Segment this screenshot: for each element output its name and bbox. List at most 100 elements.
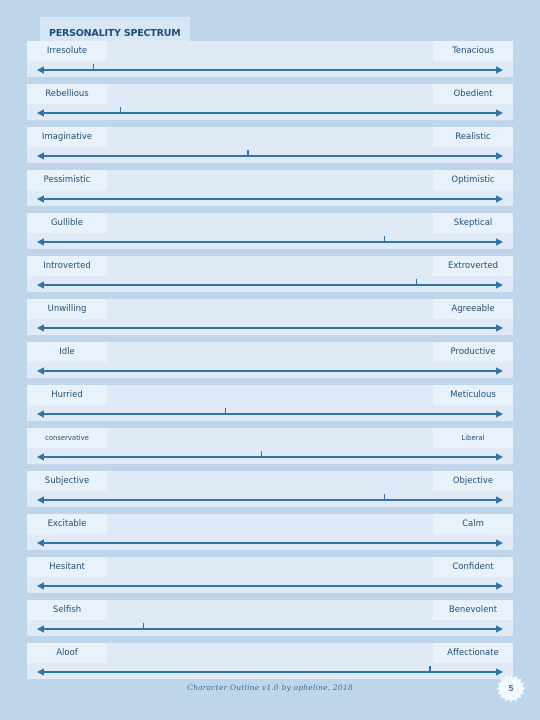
spectrum-slider-track[interactable] — [36, 494, 504, 505]
spectrum-slider-track[interactable] — [36, 451, 504, 462]
spectrum-row: Rebellious Obedient — [27, 84, 513, 120]
spectrum-right-label: Tenacious — [433, 41, 513, 61]
spectrum-row-labels: Imaginative Realistic — [27, 127, 513, 147]
spectrum-right-label: Confident — [433, 557, 513, 577]
spectrum-row: Imaginative Realistic — [27, 127, 513, 163]
spectrum-value-tick[interactable] — [119, 107, 122, 112]
spectrum-right-label: Objective — [433, 471, 513, 491]
spectrum-value-tick[interactable] — [383, 236, 386, 241]
spectrum-slider-track[interactable] — [36, 322, 504, 333]
double-arrow-icon — [36, 281, 504, 289]
spectrum-right-label: Productive — [433, 342, 513, 362]
spectrum-value-tick[interactable] — [383, 494, 386, 499]
spectrum-row: Gullible Skeptical — [27, 213, 513, 249]
spectrum-value-tick[interactable] — [142, 623, 145, 628]
spectrum-slider-track[interactable] — [36, 236, 504, 247]
spectrum-slider-track[interactable] — [36, 537, 504, 548]
double-arrow-icon — [36, 195, 504, 203]
spectrum-right-label: Liberal — [433, 428, 513, 448]
spectrum-left-label: Rebellious — [27, 84, 107, 104]
double-arrow-icon — [36, 453, 504, 461]
spectrum-left-label: Unwilling — [27, 299, 107, 319]
page-number-badge: 5 — [496, 674, 526, 704]
spectrum-row: Excitable Calm — [27, 514, 513, 550]
spectrum-slider-track[interactable] — [36, 623, 504, 634]
spectrum-left-label: Hurried — [27, 385, 107, 405]
spectrum-row-labels: Introverted Extroverted — [27, 256, 513, 276]
spectrum-left-label: Idle — [27, 342, 107, 362]
spectrum-value-tick[interactable] — [415, 279, 418, 284]
spectrum-left-label: conservative — [27, 428, 107, 448]
spectrum-row: Introverted Extroverted — [27, 256, 513, 292]
footer: Character Outline v1.0 by opheline, 2018… — [0, 674, 540, 703]
page-title: PERSONALITY SPECTRUM — [40, 17, 191, 44]
spectrum-left-label: Pessimistic — [27, 170, 107, 190]
spectrum-right-label: Skeptical — [433, 213, 513, 233]
spectrum-row: Pessimistic Optimistic — [27, 170, 513, 206]
spectrum-slider-track[interactable] — [36, 666, 504, 677]
spectrum-row: Subjective Objective — [27, 471, 513, 507]
spectrum-row-list: Irresolute Tenacious Rebellious Obedient Ima… — [27, 41, 513, 686]
spectrum-slider-track[interactable] — [36, 279, 504, 290]
spectrum-left-label: Irresolute — [27, 41, 107, 61]
spectrum-slider-track[interactable] — [36, 150, 504, 161]
double-arrow-icon — [36, 324, 504, 332]
spectrum-value-tick[interactable] — [247, 150, 249, 155]
spectrum-left-label: Introverted — [27, 256, 107, 276]
spectrum-right-label: Optimistic — [433, 170, 513, 190]
spectrum-row-labels: Hurried Meticulous — [27, 385, 513, 405]
spectrum-left-label: Excitable — [27, 514, 107, 534]
footer-credit: Character Outline v1.0 by opheline, 2018 — [187, 683, 353, 692]
spectrum-right-label: Benevolent — [433, 600, 513, 620]
spectrum-row-labels: Hesitant Confident — [27, 557, 513, 577]
spectrum-row-labels: Rebellious Obedient — [27, 84, 513, 104]
spectrum-slider-track[interactable] — [36, 408, 504, 419]
spectrum-row-labels: Gullible Skeptical — [27, 213, 513, 233]
spectrum-right-label: Calm — [433, 514, 513, 534]
spectrum-row: Selfish Benevolent — [27, 600, 513, 636]
double-arrow-icon — [36, 539, 504, 547]
spectrum-row-labels: Irresolute Tenacious — [27, 41, 513, 61]
spectrum-slider-track[interactable] — [36, 64, 504, 75]
spectrum-row-labels: conservative Liberal — [27, 428, 513, 448]
spectrum-row: Unwilling Agreeable — [27, 299, 513, 335]
spectrum-value-tick[interactable] — [224, 408, 226, 413]
spectrum-value-tick[interactable] — [260, 451, 263, 456]
spectrum-left-label: Aloof — [27, 643, 107, 663]
double-arrow-icon — [36, 66, 504, 74]
page-title-text: PERSONALITY SPECTRUM — [49, 28, 181, 39]
spectrum-right-label: Affectionate — [433, 643, 513, 663]
double-arrow-icon — [36, 238, 504, 246]
spectrum-slider-track[interactable] — [36, 107, 504, 118]
spectrum-row: Aloof Affectionate — [27, 643, 513, 679]
spectrum-left-label: Subjective — [27, 471, 107, 491]
spectrum-left-label: Hesitant — [27, 557, 107, 577]
double-arrow-icon — [36, 668, 504, 676]
spectrum-left-label: Gullible — [27, 213, 107, 233]
spectrum-value-tick[interactable] — [92, 64, 95, 69]
spectrum-slider-track[interactable] — [36, 193, 504, 204]
spectrum-slider-track[interactable] — [36, 580, 504, 591]
double-arrow-icon — [36, 152, 504, 160]
spectrum-right-label: Obedient — [433, 84, 513, 104]
spectrum-row: Idle Productive — [27, 342, 513, 378]
spectrum-left-label: Selfish — [27, 600, 107, 620]
double-arrow-icon — [36, 367, 504, 375]
spectrum-row: conservative Liberal — [27, 428, 513, 464]
spectrum-row-labels: Aloof Affectionate — [27, 643, 513, 663]
spectrum-left-label: Imaginative — [27, 127, 107, 147]
spectrum-row-labels: Subjective Objective — [27, 471, 513, 491]
spectrum-row: Irresolute Tenacious — [27, 41, 513, 77]
spectrum-right-label: Meticulous — [433, 385, 513, 405]
spectrum-slider-track[interactable] — [36, 365, 504, 376]
spectrum-value-tick[interactable] — [429, 666, 431, 671]
double-arrow-icon — [36, 496, 504, 504]
spectrum-right-label: Extroverted — [433, 256, 513, 276]
page-number-text: 5 — [508, 684, 514, 693]
spectrum-row-labels: Unwilling Agreeable — [27, 299, 513, 319]
spectrum-right-label: Agreeable — [433, 299, 513, 319]
double-arrow-icon — [36, 410, 504, 418]
spectrum-row: Hesitant Confident — [27, 557, 513, 593]
spectrum-row-labels: Excitable Calm — [27, 514, 513, 534]
spectrum-row-labels: Idle Productive — [27, 342, 513, 362]
